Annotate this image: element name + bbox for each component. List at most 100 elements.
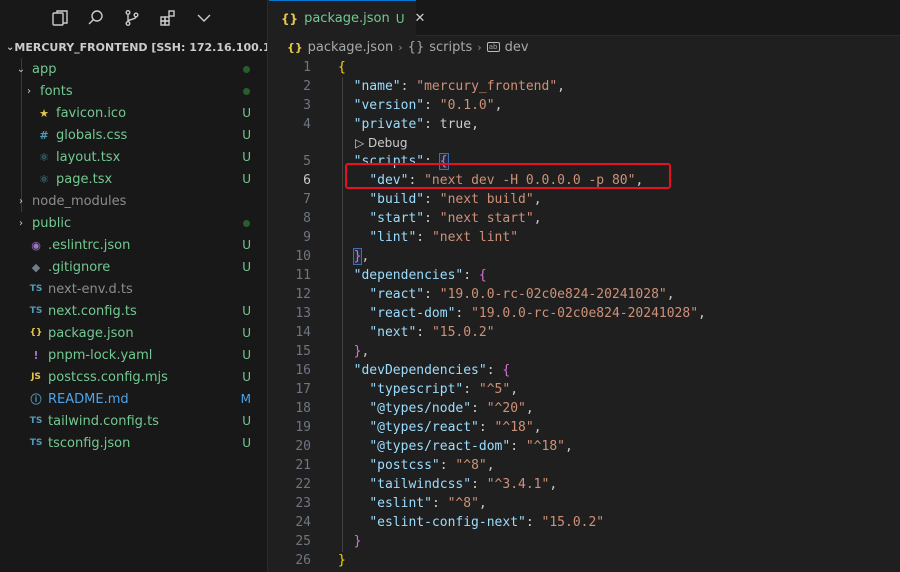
line-number: 15 (295, 344, 311, 359)
code-token: : (400, 79, 417, 94)
chevron-right-icon: › (19, 217, 23, 229)
tree-item-label: package.json (48, 325, 134, 341)
tree-item[interactable]: {} package.json U (0, 322, 267, 344)
code-token: "build" (369, 192, 425, 207)
tree-item[interactable]: ◆ .gitignore U (0, 256, 267, 278)
extensions-icon[interactable] (158, 8, 178, 28)
line-number: 17 (295, 382, 311, 397)
tree-item[interactable]: TS tsconfig.json U (0, 432, 267, 454)
line-number: 1 (303, 60, 311, 75)
line-number: 10 (295, 249, 311, 264)
code-token: "0.1.0" (439, 98, 495, 113)
tree-item[interactable]: TS next.config.ts U (0, 300, 267, 322)
line-content: "eslint": "^8", (311, 494, 486, 513)
code-token: "private" (353, 117, 425, 132)
line-number: 16 (295, 363, 311, 378)
file-type-icon: TS (29, 438, 43, 448)
code-token: "^18" (494, 420, 534, 435)
line-content: { (311, 58, 346, 77)
breadcrumb-scripts[interactable]: scripts (429, 40, 472, 55)
chevron-down-icon[interactable] (194, 8, 214, 28)
code-line: 13 "react-dom": "19.0.0-rc-02c0e824-2024… (269, 304, 900, 323)
git-status-badge: U (242, 370, 251, 384)
play-icon: ▷ (355, 136, 369, 150)
line-content: "@types/node": "^20", (311, 399, 534, 418)
file-type-icon: JS (31, 372, 41, 382)
tree-item[interactable]: ! pnpm-lock.yaml U (0, 344, 267, 366)
tab-bar: {} package.json U ✕ (269, 0, 900, 36)
tree-item[interactable]: TS next-env.d.ts (0, 278, 267, 300)
code-token: "version" (353, 98, 425, 113)
code-token: : (471, 477, 487, 492)
line-number: 19 (295, 420, 311, 435)
tree-item-label: page.tsx (56, 171, 113, 187)
code-token: "next start" (439, 211, 534, 226)
code-line: 2 "name": "mercury_frontend", (269, 77, 900, 96)
file-type-icon: ⓘ (30, 393, 42, 406)
line-content: "react": "19.0.0-rc-02c0e824-20241028", (311, 285, 674, 304)
code-token: "tailwindcss" (369, 477, 472, 492)
git-status-dot (243, 219, 250, 227)
tree-item[interactable]: ⌄ app (0, 58, 267, 80)
file-type-icon: # (39, 128, 49, 142)
file-type-icon: TS (29, 306, 43, 316)
breadcrumb-dev[interactable]: dev (505, 40, 529, 55)
code-token: "next build" (439, 192, 534, 207)
file-type-icon: TS (29, 284, 43, 294)
code-editor[interactable]: 1{2 "name": "mercury_frontend", 3 "versio… (269, 58, 900, 570)
line-number: 9 (303, 230, 311, 245)
search-icon[interactable] (86, 8, 106, 28)
json-file-icon: {} (281, 11, 299, 26)
code-token: "19.0.0-rc-02c0e824-20241028" (439, 287, 667, 302)
code-token: "15.0.2" (431, 325, 495, 340)
explorer-icon[interactable] (50, 8, 70, 28)
tree-item[interactable]: › public (0, 212, 267, 234)
git-status-badge: U (242, 260, 251, 274)
git-status-badge: U (242, 414, 251, 428)
code-token: : (463, 268, 479, 283)
project-header[interactable]: ⌄ MERCURY_FRONTEND [SSH: 172.16.100.131] (0, 36, 267, 58)
line-content: "version": "0.1.0", (311, 96, 503, 115)
code-token: , (486, 458, 495, 473)
code-token: : true, (424, 117, 479, 132)
code-token: "eslint" (369, 496, 432, 511)
object-icon: {} (407, 39, 425, 55)
tree-item[interactable]: › node_modules (0, 190, 267, 212)
git-status-badge: U (242, 304, 251, 318)
tree-item-label: public (32, 215, 72, 231)
git-status-dot (243, 87, 250, 95)
code-token: : (486, 363, 503, 378)
code-token: "@types/node" (369, 401, 472, 416)
tree-item[interactable]: ◉ .eslintrc.json U (0, 234, 267, 256)
line-number: 3 (303, 98, 311, 113)
tree-item[interactable]: # globals.css U (0, 124, 267, 146)
line-content: "tailwindcss": "^3.4.1", (311, 475, 557, 494)
tree-item[interactable]: JS postcss.config.mjs U (0, 366, 267, 388)
line-number: 20 (295, 439, 311, 454)
line-content: "build": "next build", (311, 190, 541, 209)
code-token: : (455, 306, 472, 321)
file-type-icon: ! (33, 348, 39, 362)
line-content: "eslint-config-next": "15.0.2" (311, 513, 604, 532)
code-token: "mercury_frontend" (416, 79, 558, 94)
code-token: : (431, 496, 448, 511)
tree-item-label: fonts (40, 83, 73, 99)
git-status-badge: U (242, 238, 251, 252)
tree-item[interactable]: ⚛ page.tsx U (0, 168, 267, 190)
tree-item[interactable]: ★ favicon.ico U (0, 102, 267, 124)
tree-item[interactable]: › fonts (0, 80, 267, 102)
tree-item[interactable]: ⓘ README.md M (0, 388, 267, 410)
breadcrumb-file[interactable]: package.json (308, 40, 394, 55)
source-control-icon[interactable] (122, 8, 142, 28)
breadcrumb-separator: › (398, 40, 403, 54)
tree-item[interactable]: TS tailwind.config.ts U (0, 410, 267, 432)
code-token: : (416, 230, 432, 245)
debug-codelens[interactable]: ▷ Debug (269, 134, 900, 152)
code-token: "name" (353, 79, 401, 94)
tab-package-json[interactable]: {} package.json U ✕ (269, 0, 425, 36)
code-token: , (525, 401, 534, 416)
tree-item[interactable]: ⚛ layout.tsx U (0, 146, 267, 168)
close-icon[interactable]: ✕ (414, 11, 425, 26)
